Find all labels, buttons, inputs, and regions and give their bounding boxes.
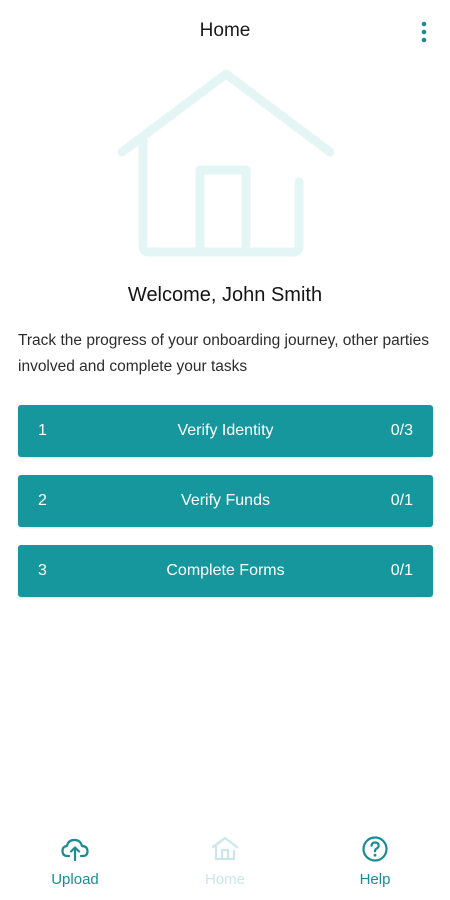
welcome-description: Track the progress of your onboarding jo…: [18, 332, 429, 375]
more-vertical-icon: [421, 21, 427, 43]
page-title: Home: [199, 20, 251, 41]
app-header: Home: [0, 0, 450, 64]
task-complete-forms-button[interactable]: 3 Complete Forms 0/1: [18, 545, 433, 597]
help-circle-icon: [362, 836, 388, 862]
task-progress: 0/3: [390, 422, 413, 439]
task-progress: 0/1: [390, 492, 413, 509]
task-progress: 0/1: [390, 562, 413, 579]
nav-upload[interactable]: Upload: [0, 820, 150, 900]
bottom-navigation: Upload Home Help: [0, 820, 450, 900]
nav-help[interactable]: Help: [300, 820, 450, 900]
task-verify-identity-button[interactable]: 1 Verify Identity 0/3: [18, 405, 433, 457]
task-label: Complete Forms: [166, 562, 285, 579]
hero-illustration: [112, 66, 340, 262]
house-icon: [117, 69, 335, 257]
task-verify-funds-button[interactable]: 2 Verify Funds 0/1: [18, 475, 433, 527]
nav-label: Home: [204, 871, 245, 888]
nav-label: Help: [359, 871, 391, 888]
nav-home[interactable]: Home: [150, 820, 300, 900]
home-icon: [211, 836, 239, 861]
task-label: Verify Funds: [181, 492, 270, 509]
overflow-menu-button[interactable]: [410, 16, 438, 48]
task-label: Verify Identity: [177, 422, 274, 439]
nav-label: Upload: [51, 871, 99, 888]
welcome-heading: Welcome, John Smith: [127, 284, 323, 306]
task-list: 1 Verify Identity 0/3 2 Verify Funds 0/1…: [18, 405, 433, 615]
upload-cloud-icon: [61, 838, 89, 862]
